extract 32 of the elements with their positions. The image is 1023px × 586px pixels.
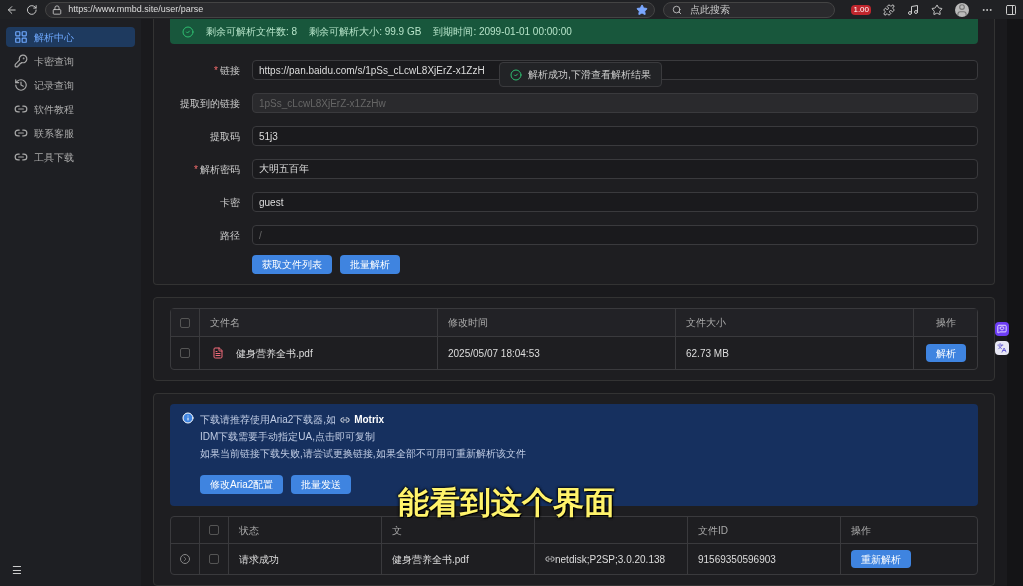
column-header: 文件大小 — [686, 316, 726, 330]
alert-text: 到期时间: 2099-01-01 00:00:00 — [433, 25, 572, 39]
field-label: 提取码 — [210, 129, 240, 144]
field-label: 解析密码 — [200, 162, 240, 177]
table-cell-text: 请求成功 — [239, 552, 279, 567]
required-mark: * — [214, 63, 218, 78]
table-cell-text: 91569350596903 — [698, 552, 776, 567]
info-text: 如果当前链接下载失败,请尝试更换链接,如果全部不可用可重新解析该文件 — [200, 447, 526, 461]
alert-text: 剩余可解析文件数: 8 — [206, 25, 298, 39]
field-label: 卡密 — [220, 195, 240, 210]
column-header: 文 — [392, 523, 402, 538]
field-label: 路径 — [220, 228, 240, 243]
table-cell-text: 健身营养全书.pdf — [392, 552, 469, 567]
table-cell-text: 健身营养全书.pdf — [236, 346, 313, 361]
field-label: 链接 — [220, 63, 240, 78]
column-header: 修改时间 — [448, 316, 488, 330]
url-text: https://www.mmbd.site/user/parse — [68, 2, 205, 16]
required-mark: * — [194, 162, 198, 177]
column-header: 文件名 — [210, 316, 240, 330]
column-header: 操作 — [851, 523, 871, 538]
table-cell-text: 62.73 MB — [686, 346, 729, 361]
column-header: 操作 — [935, 316, 956, 330]
toast-text: 解析成功,下滑查看解析结果 — [528, 68, 651, 82]
field-label: 提取到的链接 — [180, 96, 240, 111]
info-text: IDM下载需要手动指定UA,点击即可复制 — [200, 430, 376, 444]
column-header: 状态 — [239, 523, 259, 538]
table-cell-text: 2025/05/07 18:04:53 — [448, 346, 540, 361]
alert-text: 剩余可解析大小: 99.9 GB — [309, 25, 422, 39]
info-text: 下载请推荐使用Aria2下载器,如 — [200, 413, 337, 427]
column-header: 文件ID — [698, 523, 728, 538]
video-subtitle: 能看到这个界面 — [398, 487, 615, 518]
search-placeholder: 点此搜索 — [690, 3, 731, 17]
